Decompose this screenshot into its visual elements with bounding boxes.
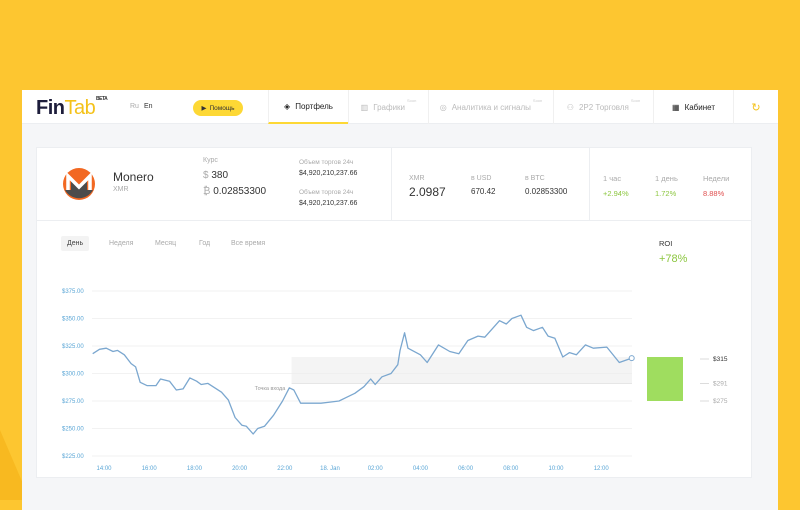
x-tick-label: 02:00 bbox=[368, 466, 384, 472]
last-point-marker bbox=[628, 355, 635, 362]
x-tick-label: 10:00 bbox=[548, 466, 564, 472]
x-tick-label: 12:00 bbox=[594, 466, 610, 472]
level-label: $275 bbox=[713, 398, 728, 405]
entry-point-label: Точка входа bbox=[255, 386, 287, 392]
level-label: $291 bbox=[713, 380, 728, 387]
y-tick-label: $325.00 bbox=[62, 344, 84, 350]
y-tick-label: $350.00 bbox=[62, 317, 84, 323]
y-tick-label: $275.00 bbox=[62, 399, 84, 405]
y-tick-label: $225.00 bbox=[62, 454, 84, 460]
x-tick-label: 08:00 bbox=[503, 466, 519, 472]
y-tick-label: $375.00 bbox=[62, 289, 84, 295]
price-chart: $375.00 $350.00 $325.00 $300.00 $275.00 $250.… bbox=[62, 289, 728, 472]
roi-bar bbox=[647, 357, 683, 401]
level-label: $315 bbox=[713, 356, 728, 363]
x-tick-label: 18:00 bbox=[187, 466, 203, 472]
x-tick-label: 14:00 bbox=[96, 466, 112, 472]
x-tick-label: 16:00 bbox=[142, 466, 158, 472]
entry-band bbox=[291, 357, 632, 384]
x-tick-label: 20:00 bbox=[232, 466, 248, 472]
x-tick-label: 06:00 bbox=[458, 466, 474, 472]
x-tick-label: 18. Jan bbox=[320, 466, 340, 472]
y-tick-label: $250.00 bbox=[62, 427, 84, 433]
y-tick-label: $300.00 bbox=[62, 372, 84, 378]
x-tick-label: 22:00 bbox=[277, 466, 293, 472]
x-tick-label: 04:00 bbox=[413, 466, 429, 472]
